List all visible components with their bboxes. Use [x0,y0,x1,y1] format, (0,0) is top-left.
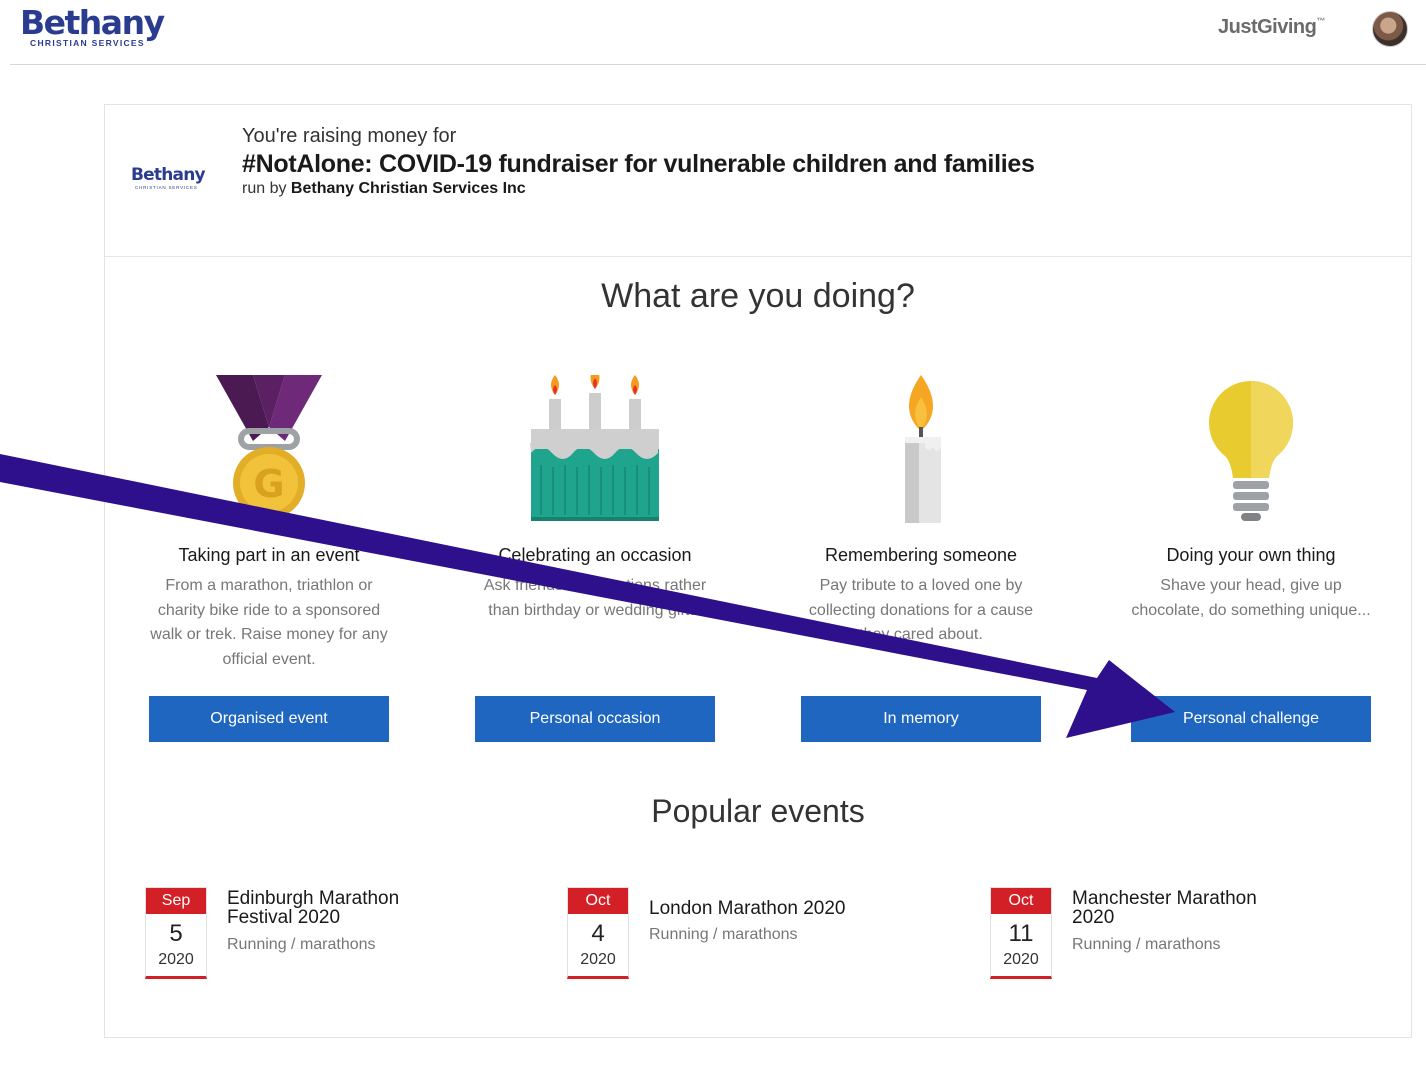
calendar-badge: Oct 4 2020 [567,887,629,979]
trademark-mark: ™ [1316,16,1325,26]
personal-occasion-button[interactable]: Personal occasion [475,696,715,742]
candle-icon [801,375,1041,525]
event-day: 5 [169,920,183,947]
event-month: Sep [146,888,206,914]
calendar-badge: Sep 5 2020 [145,887,207,979]
option-description: From a marathon, triathlon or charity bi… [150,577,388,668]
what-are-you-doing-heading: What are you doing? [601,277,915,315]
justgiving-text: JustGiving [1218,16,1317,38]
option-title: Remembering someone [824,545,1018,565]
event-day: 11 [1008,920,1034,947]
lightbulb-icon [1131,375,1371,525]
medal-icon: G [149,375,389,525]
option-title: Taking part in an event [178,545,360,565]
event-name[interactable]: London Marathon 2020 [649,899,879,918]
option-organised-event: G Taking part in an event From a maratho… [149,375,389,672]
option-in-memory: Remembering someone Pay tribute to a lov… [801,375,1041,648]
option-description: Ask friends for donations rather than bi… [483,577,707,619]
charity-logo-subtitle: CHRISTIAN SERVICES [135,185,198,190]
option-title: Doing your own thing [1166,545,1336,565]
event-category: Running / marathons [1072,936,1221,953]
calendar-badge: Oct 11 2020 [990,887,1052,979]
option-title: Celebrating an occasion [498,545,692,565]
event-item[interactable]: Sep 5 2020 Edinburgh Marathon Festival 2… [145,887,465,981]
event-item[interactable]: Oct 11 2020 Manchester Marathon 2020 Run… [990,887,1310,981]
event-year: 2020 [1003,951,1039,968]
run-by-prefix: run by [242,180,287,197]
main-panel: Bethany CHRISTIAN SERVICES You're raisin… [104,104,1412,1038]
event-year: 2020 [158,951,194,968]
charity-logo-name: Bethany [131,165,206,185]
event-day: 4 [591,920,605,947]
header-divider [10,64,1426,65]
user-avatar[interactable] [1372,11,1408,47]
campaign-title: #NotAlone: COVID-19 fundraiser for vulne… [242,150,1035,178]
run-by-line: run by Bethany Christian Services Inc [242,180,526,198]
charity-logo: Bethany CHRISTIAN SERVICES [131,165,206,190]
event-name[interactable]: Manchester Marathon 2020 [1072,889,1302,927]
event-year: 2020 [580,951,616,968]
personal-challenge-button[interactable]: Personal challenge [1131,696,1371,742]
top-header: Bethany CHRISTIAN SERVICES JustGiving™ [0,0,1426,66]
raising-label: You're raising money for [242,125,457,147]
organised-event-button[interactable]: Organised event [149,696,389,742]
event-name[interactable]: Edinburgh Marathon Festival 2020 [227,889,457,927]
justgiving-logo[interactable]: JustGiving™ [1218,16,1325,39]
event-category: Running / marathons [649,926,798,943]
option-description: Shave your head, give up chocolate, do s… [1131,577,1371,619]
run-by-name: Bethany Christian Services Inc [290,180,526,197]
option-personal-challenge: Doing your own thing Shave your head, gi… [1131,375,1371,623]
in-memory-button[interactable]: In memory [801,696,1041,742]
event-item[interactable]: Oct 4 2020 London Marathon 2020 Running … [567,887,887,981]
bethany-logo[interactable]: Bethany CHRISTIAN SERVICES [20,3,165,49]
raising-for-section: Bethany CHRISTIAN SERVICES You're raisin… [105,105,1411,257]
svg-text:G: G [253,462,284,506]
brand-subtitle: CHRISTIAN SERVICES [30,38,145,48]
option-personal-occasion: Celebrating an occasion Ask friends for … [475,367,715,623]
cake-icon [475,367,715,525]
option-description: Pay tribute to a loved one by collecting… [808,577,1034,643]
event-month: Oct [991,888,1051,914]
popular-events-heading: Popular events [651,793,865,829]
event-category: Running / marathons [227,936,376,953]
brand-name: Bethany [20,3,165,42]
event-month: Oct [568,888,628,914]
